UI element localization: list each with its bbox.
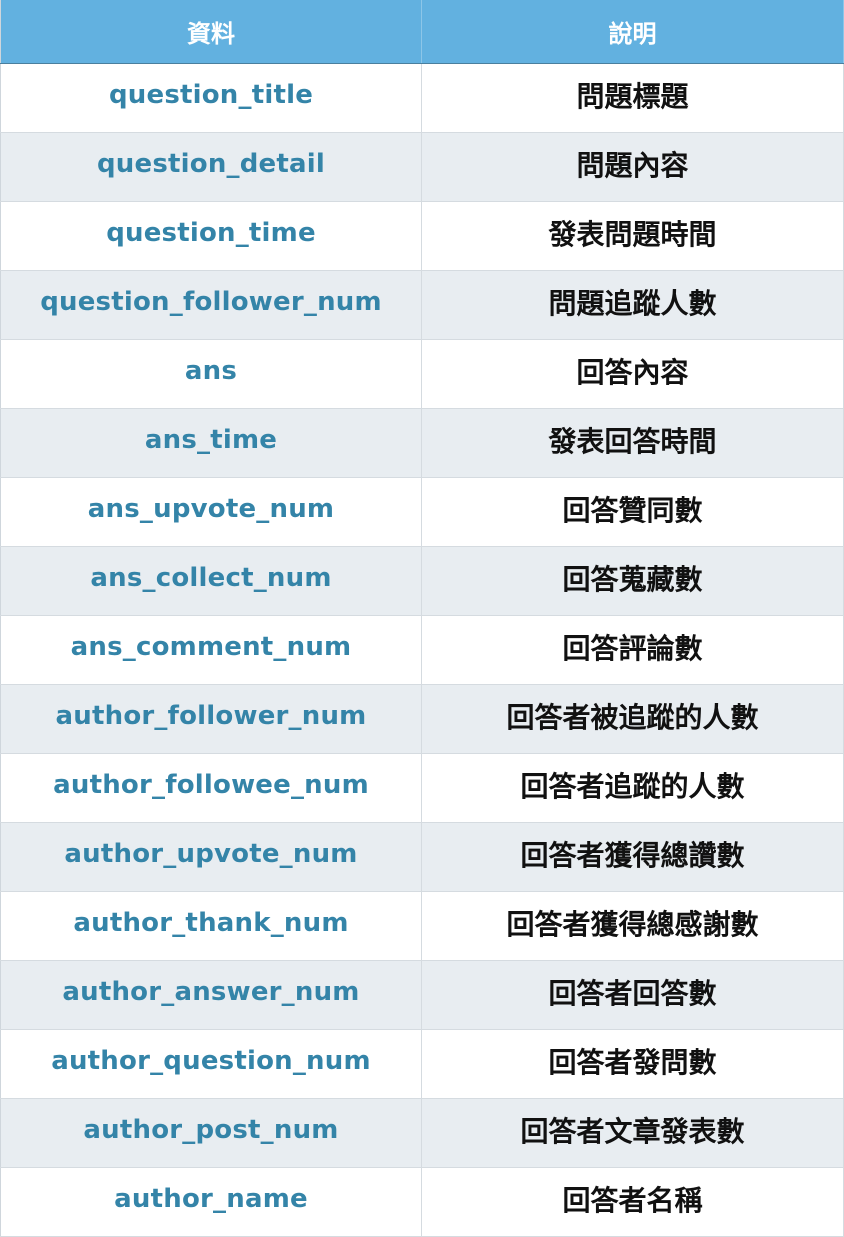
field-description-cell: 回答者文章發表數 bbox=[421, 1098, 844, 1168]
field-description-cell: 回答者發問數 bbox=[421, 1029, 844, 1099]
table-row: author_thank_num 回答者獲得總感謝數 bbox=[0, 891, 844, 961]
table-row: author_upvote_num 回答者獲得總讚數 bbox=[0, 822, 844, 892]
field-name-cell: ans_upvote_num bbox=[0, 477, 422, 547]
table-header: 資料 說明 bbox=[0, 0, 844, 64]
field-description-cell: 問題標題 bbox=[421, 63, 844, 133]
table-body: question_title 問題標題 question_detail 問題內容… bbox=[0, 63, 844, 1237]
field-description-cell: 回答者名稱 bbox=[421, 1167, 844, 1237]
field-name-cell: author_question_num bbox=[0, 1029, 422, 1099]
table-row: ans_comment_num 回答評論數 bbox=[0, 615, 844, 685]
field-description-cell: 發表回答時間 bbox=[421, 408, 844, 478]
field-name-cell: ans_time bbox=[0, 408, 422, 478]
field-name-cell: author_followee_num bbox=[0, 753, 422, 823]
header-row: 資料 說明 bbox=[0, 0, 844, 64]
table-row: ans_time 發表回答時間 bbox=[0, 408, 844, 478]
field-description-cell: 回答評論數 bbox=[421, 615, 844, 685]
table-row: author_answer_num 回答者回答數 bbox=[0, 960, 844, 1030]
field-name-cell: author_upvote_num bbox=[0, 822, 422, 892]
field-name-cell: ans_collect_num bbox=[0, 546, 422, 616]
field-description-cell: 回答內容 bbox=[421, 339, 844, 409]
field-name-cell: question_detail bbox=[0, 132, 422, 202]
table-row: ans_collect_num 回答蒐藏數 bbox=[0, 546, 844, 616]
table-row: question_follower_num 問題追蹤人數 bbox=[0, 270, 844, 340]
table-row: author_follower_num 回答者被追蹤的人數 bbox=[0, 684, 844, 754]
header-field-column: 資料 bbox=[0, 0, 422, 64]
table-row: question_title 問題標題 bbox=[0, 63, 844, 133]
table-row: question_time 發表問題時間 bbox=[0, 201, 844, 271]
field-name-cell: question_time bbox=[0, 201, 422, 271]
table-row: ans 回答內容 bbox=[0, 339, 844, 409]
field-name-cell: question_follower_num bbox=[0, 270, 422, 340]
field-description-cell: 回答者獲得總感謝數 bbox=[421, 891, 844, 961]
field-name-cell: author_post_num bbox=[0, 1098, 422, 1168]
field-description-cell: 回答贊同數 bbox=[421, 477, 844, 547]
table-row: author_question_num 回答者發問數 bbox=[0, 1029, 844, 1099]
field-name-cell: author_answer_num bbox=[0, 960, 422, 1030]
field-description-cell: 問題內容 bbox=[421, 132, 844, 202]
table-row: author_post_num 回答者文章發表數 bbox=[0, 1098, 844, 1168]
header-description-column: 說明 bbox=[421, 0, 844, 64]
field-description-cell: 問題追蹤人數 bbox=[421, 270, 844, 340]
table-row: author_name 回答者名稱 bbox=[0, 1167, 844, 1237]
field-name-cell: author_name bbox=[0, 1167, 422, 1237]
field-name-cell: question_title bbox=[0, 63, 422, 133]
field-name-cell: ans_comment_num bbox=[0, 615, 422, 685]
data-dictionary-table: 資料 說明 question_title 問題標題 question_detai… bbox=[0, 0, 844, 1237]
field-description-cell: 回答者獲得總讚數 bbox=[421, 822, 844, 892]
field-name-cell: ans bbox=[0, 339, 422, 409]
field-name-cell: author_thank_num bbox=[0, 891, 422, 961]
field-description-cell: 發表問題時間 bbox=[421, 201, 844, 271]
table-row: ans_upvote_num 回答贊同數 bbox=[0, 477, 844, 547]
field-description-cell: 回答者被追蹤的人數 bbox=[421, 684, 844, 754]
field-name-cell: author_follower_num bbox=[0, 684, 422, 754]
table-row: author_followee_num 回答者追蹤的人數 bbox=[0, 753, 844, 823]
field-description-cell: 回答者追蹤的人數 bbox=[421, 753, 844, 823]
field-description-cell: 回答者回答數 bbox=[421, 960, 844, 1030]
table-row: question_detail 問題內容 bbox=[0, 132, 844, 202]
field-description-cell: 回答蒐藏數 bbox=[421, 546, 844, 616]
